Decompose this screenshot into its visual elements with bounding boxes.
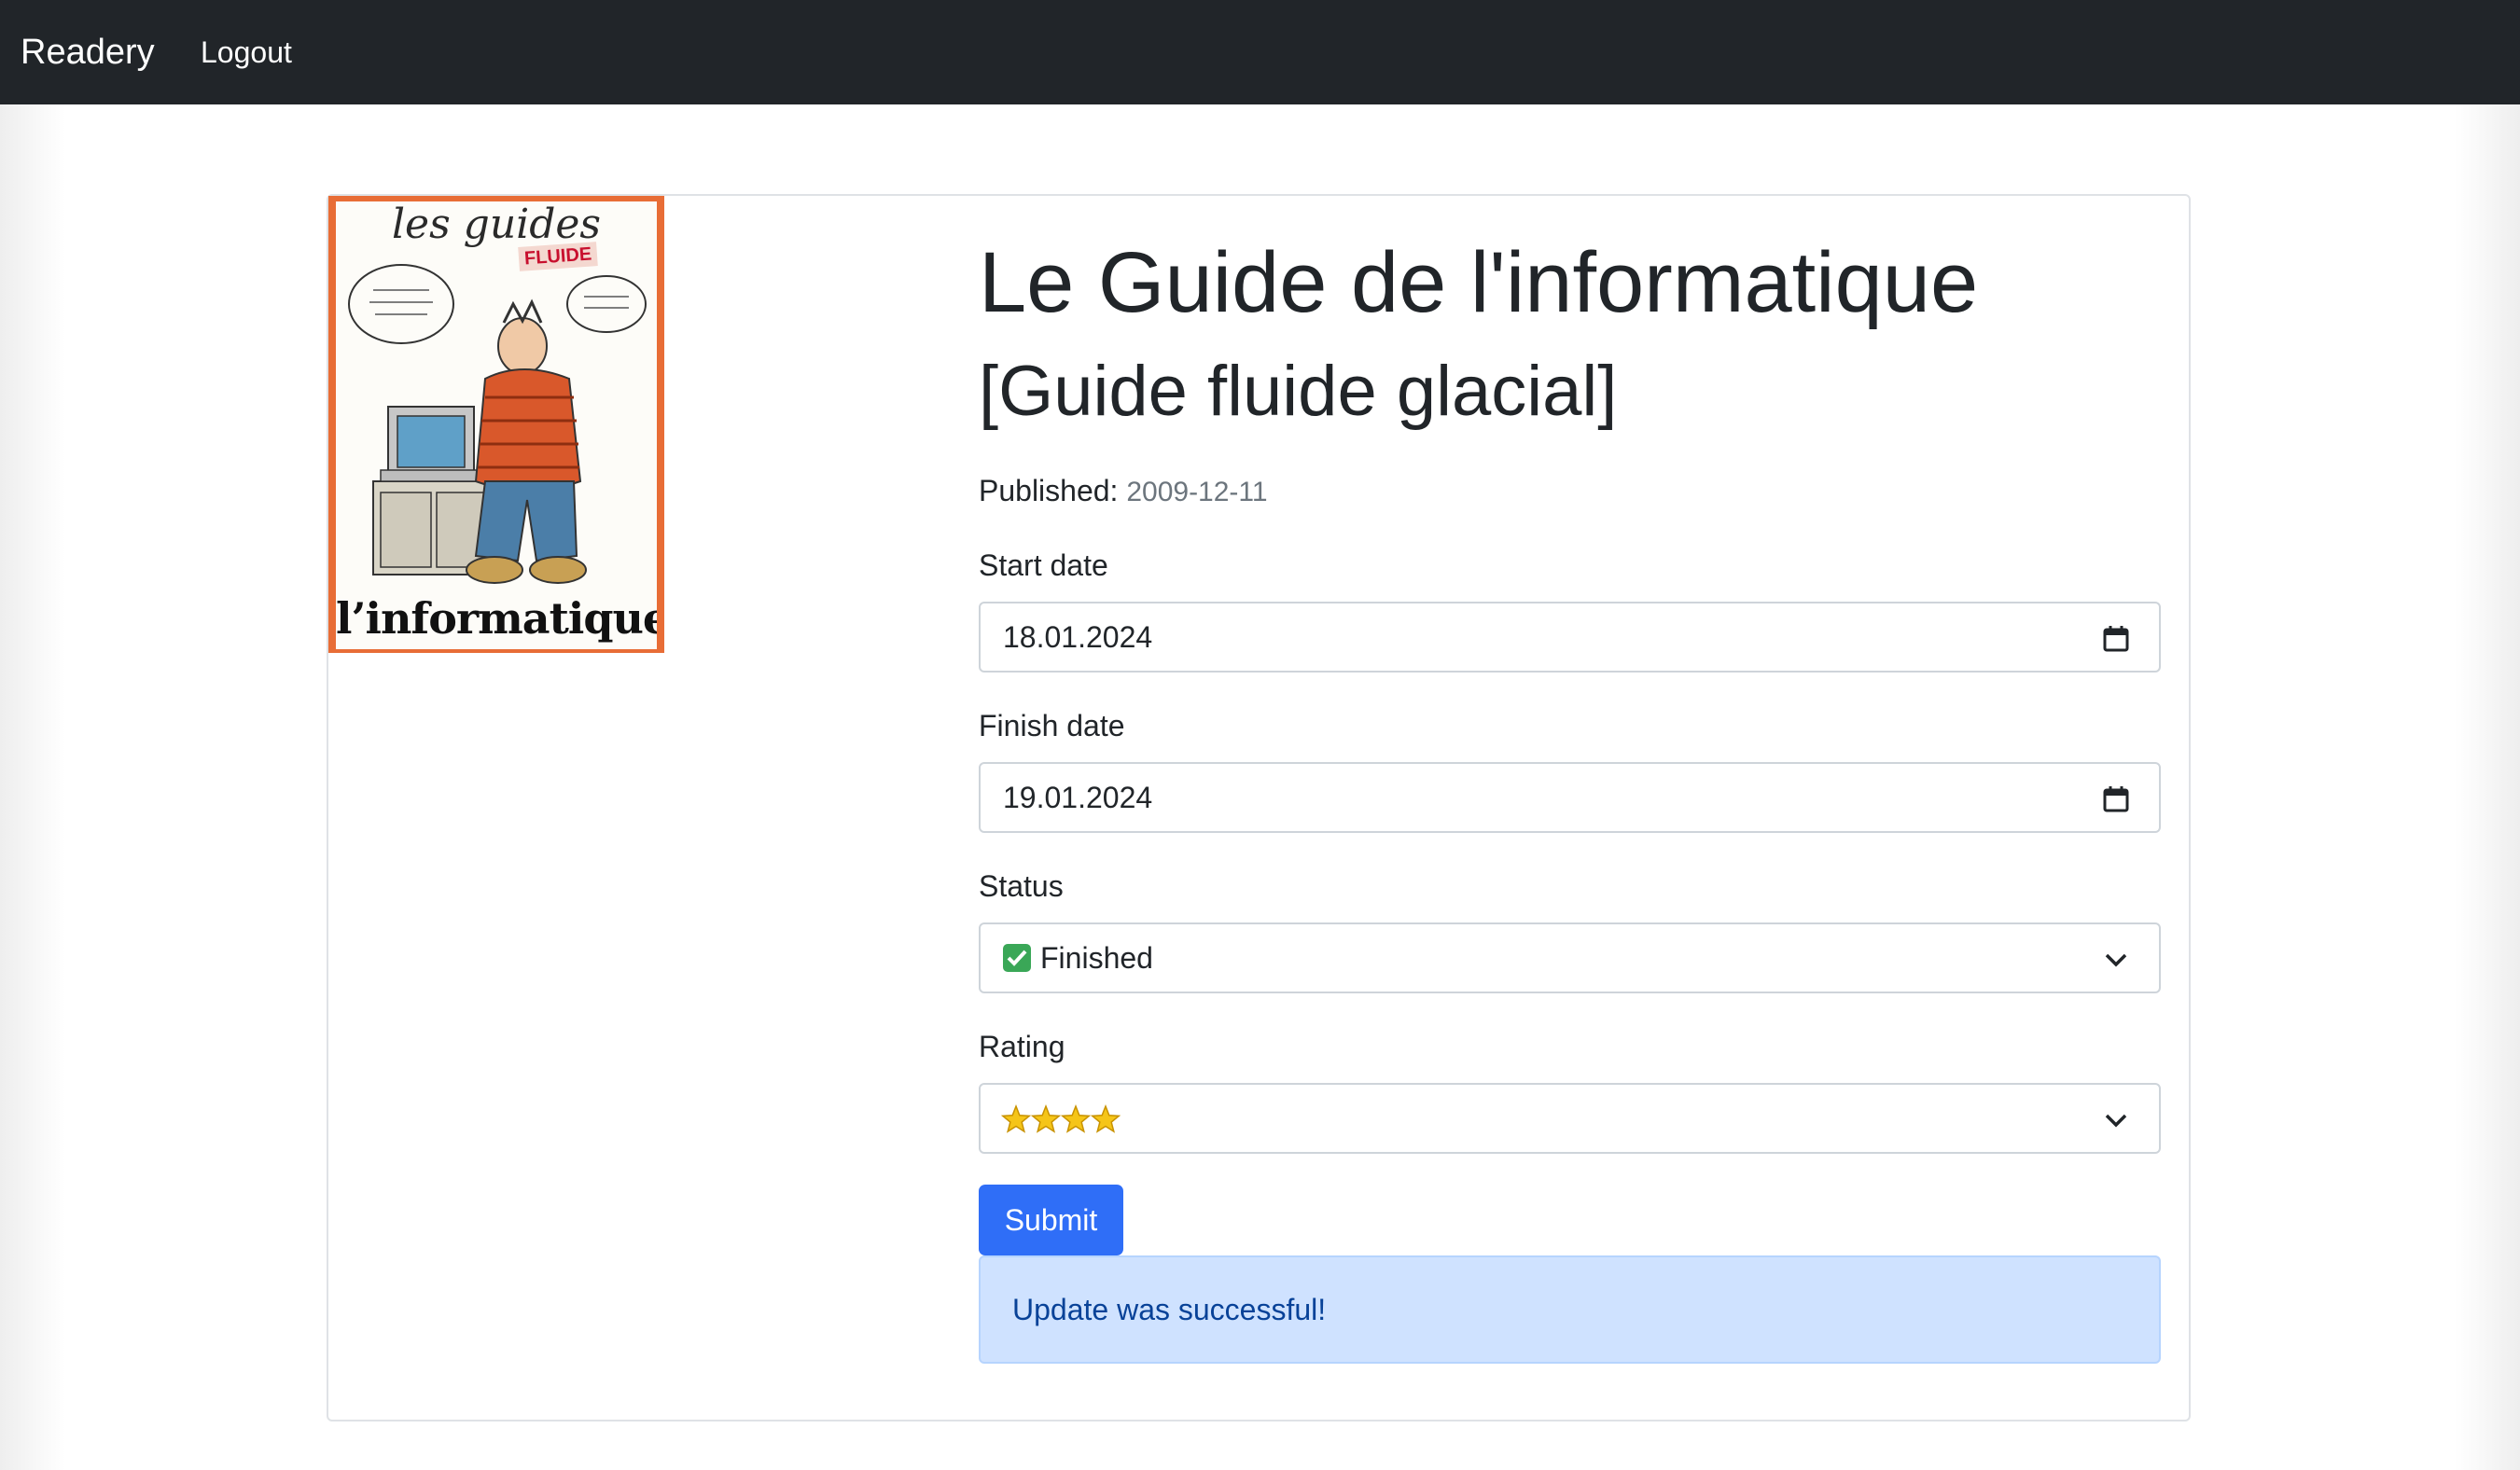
calendar-icon[interactable] — [2101, 624, 2131, 654]
chevron-down-icon — [2105, 953, 2127, 967]
rating-label: Rating — [979, 1030, 1065, 1063]
status-label: Status — [979, 869, 1064, 903]
book-subtitle: [Guide fluide glacial] — [979, 352, 1618, 431]
cover-title-text: l’informatique — [336, 593, 657, 644]
start-date-label: Start date — [979, 548, 1108, 582]
finish-date-input[interactable]: 19.01.2024 — [979, 762, 2161, 833]
check-mark-icon — [1003, 944, 1031, 972]
star-icon — [1001, 1103, 1032, 1133]
finish-date-value: 19.01.2024 — [1003, 781, 1153, 814]
status-select[interactable]: Finished — [979, 922, 2161, 993]
rating-select[interactable] — [979, 1083, 2161, 1154]
published-date: 2009-12-11 — [1126, 477, 1268, 507]
calendar-icon[interactable] — [2101, 784, 2131, 814]
status-value-wrapper: Finished — [1003, 937, 1153, 978]
star-rating-icons — [1001, 1103, 1121, 1133]
success-alert: Update was successful! — [979, 1255, 2161, 1364]
start-date-value: 18.01.2024 — [1003, 620, 1153, 654]
top-navbar: Readery Logout — [0, 0, 2520, 104]
cover-illustration — [348, 264, 647, 584]
star-icon — [1030, 1103, 1062, 1133]
alert-message: Update was successful! — [1012, 1293, 1327, 1326]
brand-logo[interactable]: Readery — [21, 30, 155, 75]
chevron-down-icon — [2105, 1114, 2127, 1128]
start-date-input[interactable]: 18.01.2024 — [979, 602, 2161, 673]
finish-date-label: Finish date — [979, 709, 1125, 742]
book-cover-art: les guides FLUIDE l’informatique — [336, 201, 657, 649]
published-info: Published: 2009-12-11 — [979, 470, 1268, 513]
published-label: Published: — [979, 474, 1119, 507]
book-cover-image: les guides FLUIDE l’informatique — [328, 196, 664, 653]
book-title: Le Guide de l'informatique — [979, 235, 1979, 330]
star-icon — [1090, 1103, 1121, 1133]
cover-series-text: les guides — [391, 201, 602, 248]
status-value: Finished — [1040, 941, 1153, 975]
logout-link[interactable]: Logout — [201, 34, 292, 71]
star-icon — [1060, 1103, 1092, 1133]
submit-button[interactable]: Submit — [979, 1185, 1123, 1255]
